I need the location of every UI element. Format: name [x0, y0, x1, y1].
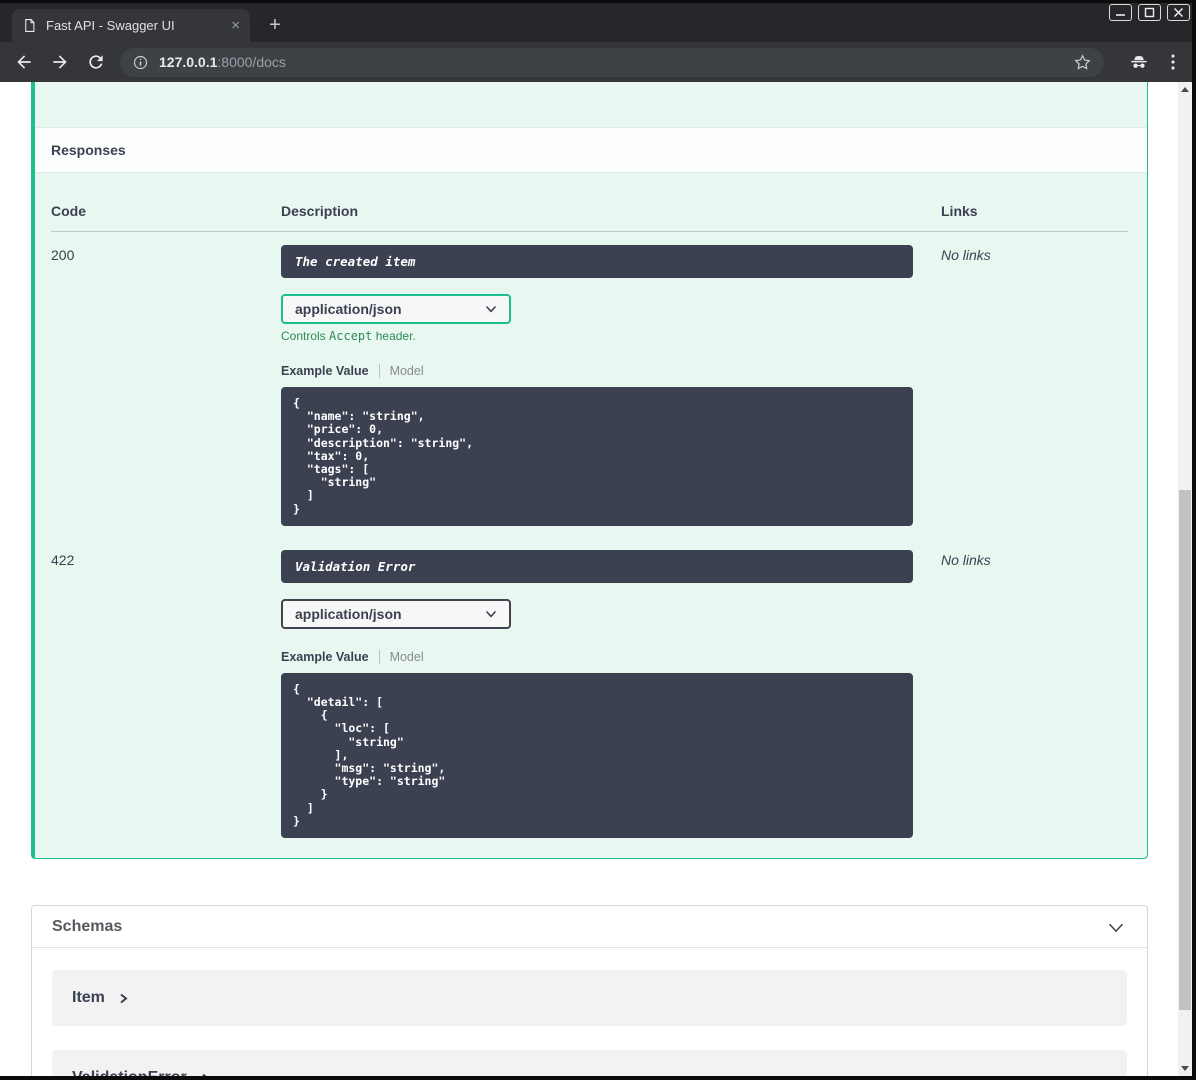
window-minimize-button[interactable]	[1109, 4, 1132, 21]
controls-accept-note: Controls Accept header.	[281, 329, 941, 343]
schema-name: Item	[72, 989, 105, 1007]
tab-separator	[378, 364, 380, 378]
chevron-down-icon	[486, 306, 496, 313]
scroll-down-arrow[interactable]	[1178, 1061, 1192, 1076]
address-bar[interactable]: 127.0.0.1:8000/docs	[120, 47, 1104, 77]
browser-menu-icon[interactable]	[1162, 51, 1184, 73]
tab-model[interactable]: Model	[390, 364, 424, 378]
schema-item[interactable]: Item	[52, 970, 1127, 1027]
example-json-422: { "detail": [ { "loc": [ "string" ], "ms…	[281, 672, 913, 839]
scrollbar-thumb[interactable]	[1179, 490, 1191, 1010]
schema-validation-error[interactable]: ValidationError	[52, 1050, 1127, 1076]
col-header-links: Links	[941, 203, 978, 219]
scroll-up-arrow[interactable]	[1178, 82, 1192, 97]
tab-example-value[interactable]: Example Value	[281, 650, 369, 664]
response-description: Validation Error	[281, 549, 913, 583]
responses-table: Code Description Links 200 The created i…	[35, 173, 1147, 858]
response-links: No links	[941, 551, 991, 568]
chevron-right-icon	[118, 992, 129, 1005]
url-host: 127.0.0.1	[159, 54, 218, 70]
incognito-icon	[1128, 51, 1150, 73]
bookmark-star-icon[interactable]	[1073, 53, 1092, 72]
window-border-right	[1192, 0, 1196, 1080]
response-code: 422	[51, 551, 75, 568]
tab-separator	[378, 649, 380, 664]
col-header-description: Description	[281, 203, 359, 219]
window-border-bottom	[0, 1076, 1196, 1080]
page-scrollbar[interactable]	[1178, 82, 1192, 1076]
responses-table-header: Code Description Links	[51, 195, 1128, 232]
opblock-post: Responses Code Description Links 200 The…	[31, 82, 1148, 860]
response-row-422: 422 Validation Error application/json Ex…	[51, 537, 1128, 839]
new-tab-button[interactable]: +	[262, 12, 288, 38]
browser-tab[interactable]: Fast API - Swagger UI ×	[12, 9, 250, 42]
media-type-value: application/json	[295, 605, 402, 622]
schemas-header[interactable]: Schemas	[32, 906, 1147, 949]
response-links: No links	[941, 247, 991, 263]
opblock-body-spacer	[35, 82, 1147, 127]
window-border-top	[0, 0, 1196, 3]
schemas-body: Item ValidationError	[32, 948, 1147, 1076]
example-model-tabs: Example Value Model	[281, 364, 941, 378]
note-prefix: Controls	[281, 329, 330, 343]
schema-name: ValidationError	[72, 1069, 187, 1076]
tab-model[interactable]: Model	[390, 650, 424, 664]
page-content: Responses Code Description Links 200 The…	[0, 82, 1178, 1076]
example-model-tabs: Example Value Model	[281, 649, 941, 664]
tab-title: Fast API - Swagger UI	[46, 18, 175, 33]
page-favicon-icon	[22, 18, 37, 33]
site-info-icon[interactable]	[132, 54, 149, 71]
schemas-section: Schemas Item ValidationError	[31, 905, 1148, 1076]
window-close-button[interactable]	[1167, 4, 1190, 21]
tab-example-value[interactable]: Example Value	[281, 364, 369, 378]
col-header-code: Code	[51, 203, 86, 219]
browser-titlebar: Fast API - Swagger UI × +	[0, 0, 1196, 42]
note-suffix: header.	[372, 329, 416, 343]
url-text[interactable]: 127.0.0.1:8000/docs	[159, 54, 1073, 70]
forward-button[interactable]	[48, 50, 72, 74]
chevron-down-icon[interactable]	[1105, 916, 1127, 938]
url-path: :8000/docs	[217, 54, 286, 70]
tab-close-button[interactable]: ×	[231, 17, 240, 34]
note-code: Accept	[329, 329, 373, 343]
example-json-200: { "name": "string", "price": 0, "descrip…	[281, 387, 913, 526]
responses-section-header: Responses	[35, 127, 1147, 173]
media-type-select[interactable]: application/json	[281, 294, 511, 324]
response-row-200: 200 The created item application/json Co…	[51, 232, 1128, 537]
responses-title: Responses	[51, 142, 126, 158]
schemas-title: Schemas	[52, 917, 123, 935]
window-maximize-button[interactable]	[1138, 4, 1161, 21]
media-type-value: application/json	[295, 301, 402, 317]
response-code: 200	[51, 247, 75, 263]
browser-toolbar: 127.0.0.1:8000/docs	[0, 42, 1196, 82]
chevron-down-icon	[486, 611, 496, 618]
reload-button[interactable]	[84, 50, 108, 74]
media-type-select[interactable]: application/json	[281, 598, 511, 629]
response-description: The created item	[281, 245, 913, 278]
back-button[interactable]	[12, 50, 36, 74]
